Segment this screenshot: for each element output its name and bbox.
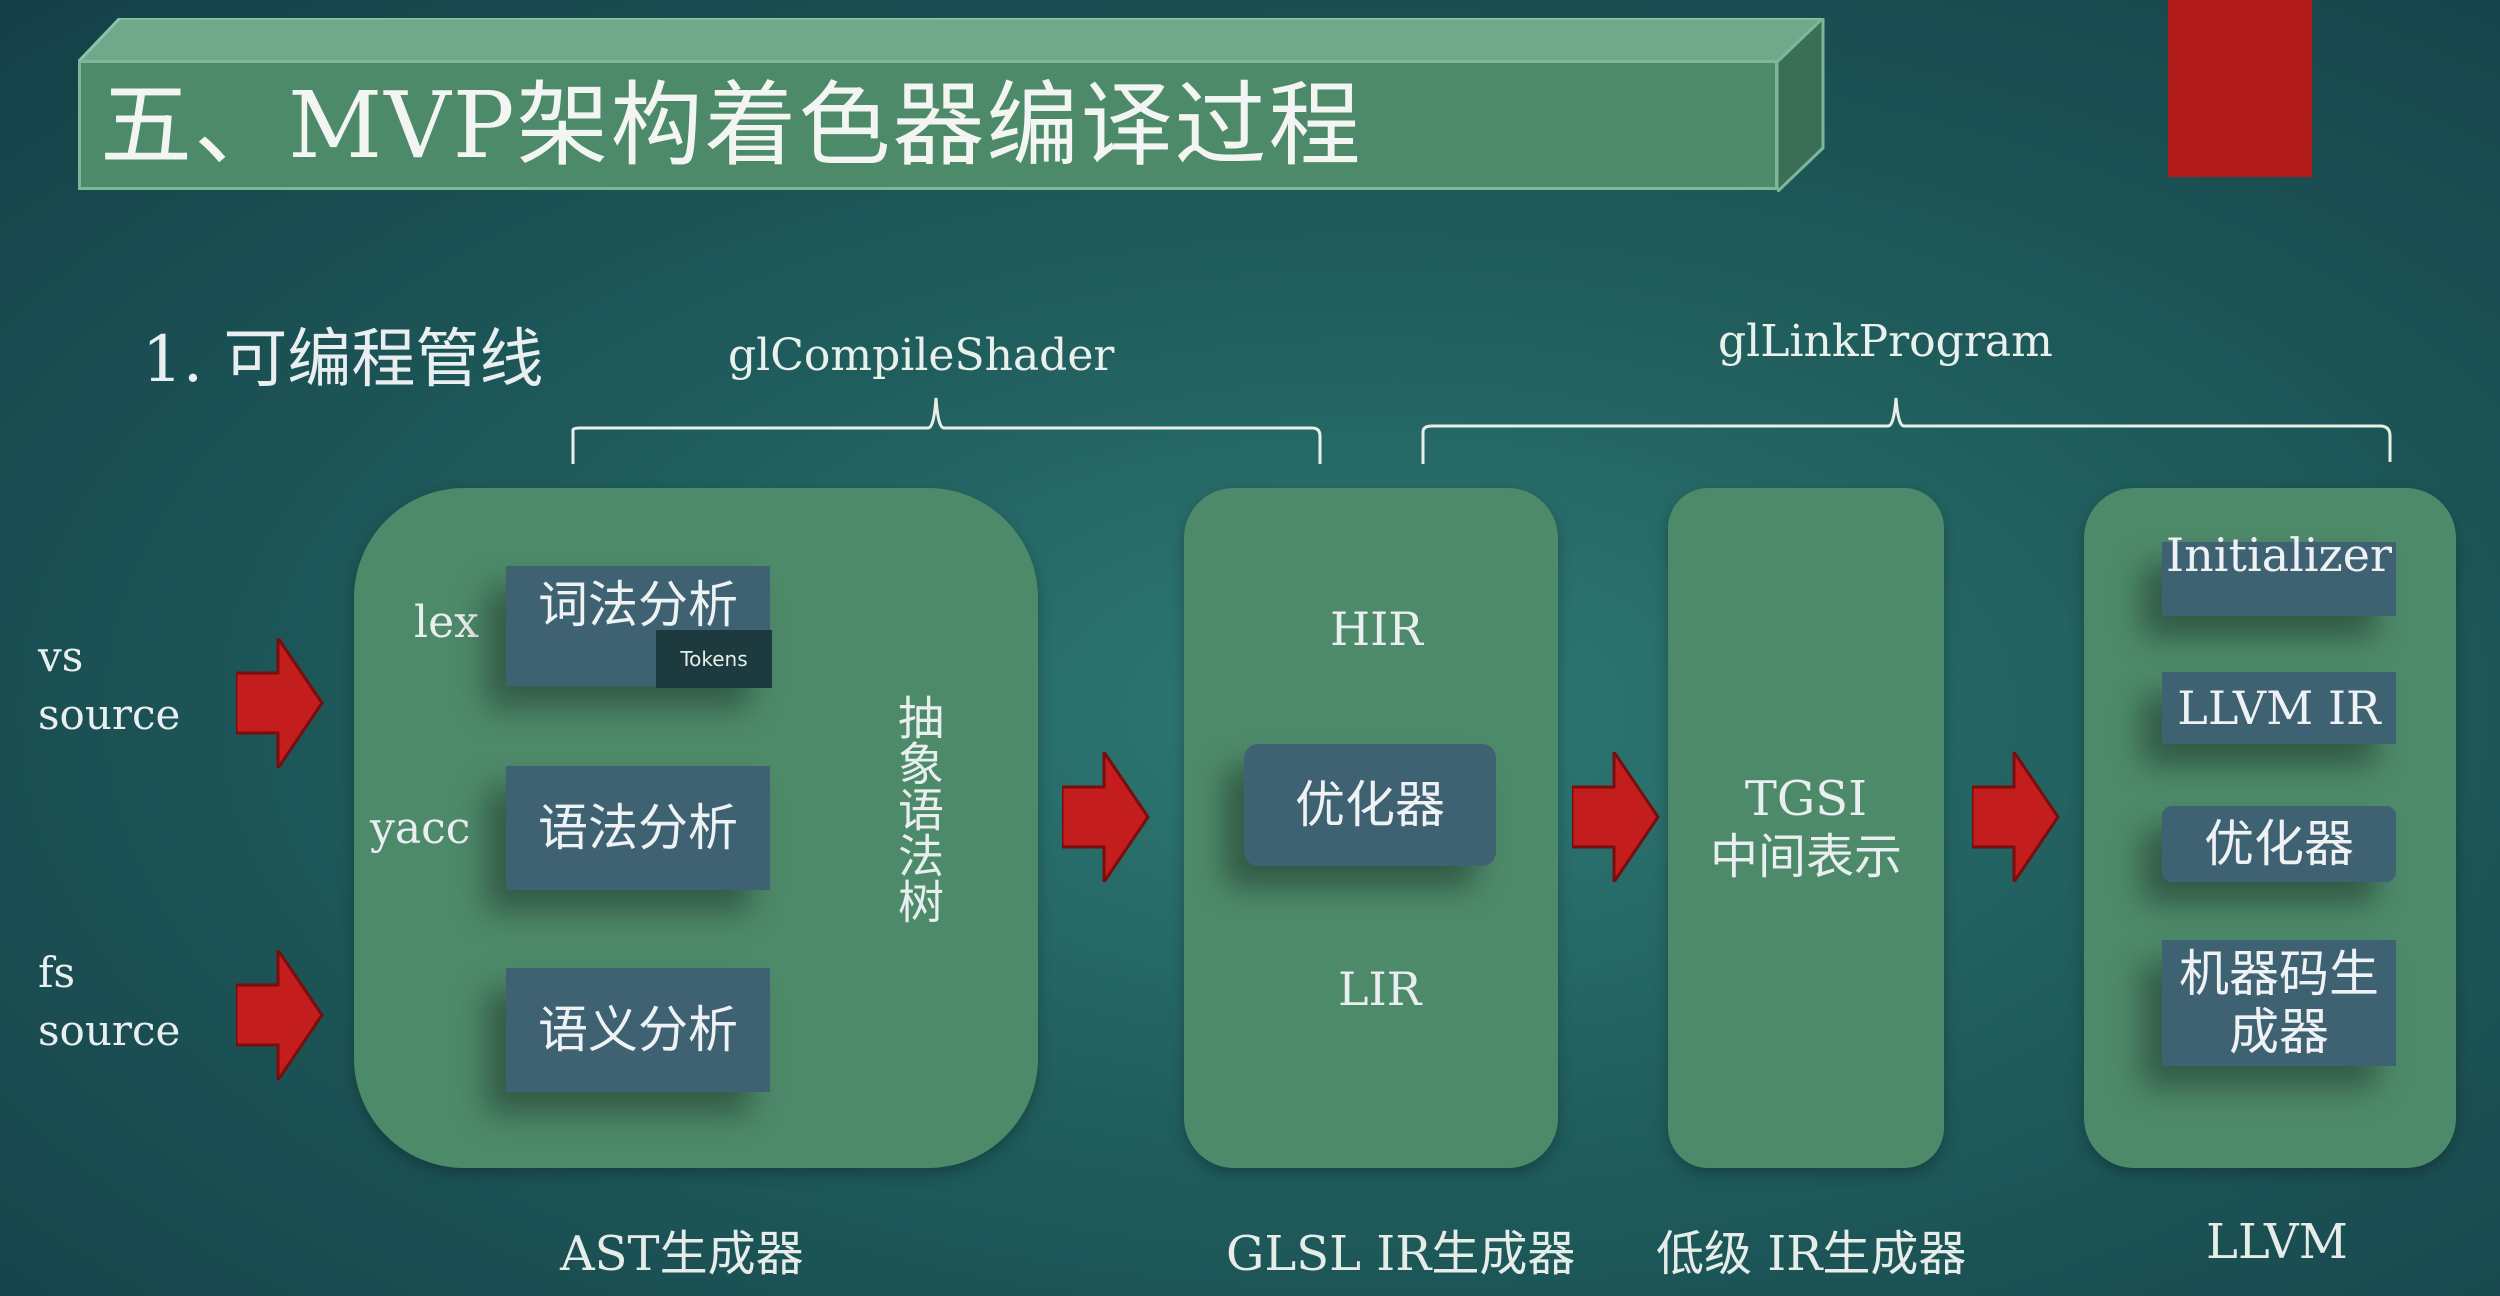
vs-label: vs source	[38, 632, 181, 739]
machine-code-generator-label: 机器码生成器	[2179, 945, 2379, 1061]
machine-code-generator-box: 机器码生成器	[2162, 940, 2396, 1066]
stage-label-link: glLinkProgram	[1718, 316, 2053, 367]
lexical-analysis-label: 词法分析	[538, 576, 738, 634]
tgsi-label-group: TGSI 中间表示	[1668, 770, 1944, 886]
glsl-ir-caption: GLSL IR生成器	[1226, 1226, 1576, 1282]
syntax-analysis-label: 语法分析	[538, 799, 738, 857]
fs-arrow-icon	[236, 950, 324, 1080]
initializer-label: Initializer	[2165, 528, 2392, 582]
stage-label-compile: glCompileShader	[728, 330, 1115, 381]
middle-representation-label: 中间表示	[1709, 829, 1902, 885]
compile-brace	[571, 397, 1322, 464]
tgsi-to-llvm-arrow-icon	[1972, 752, 2060, 882]
lir-label: LIR	[1338, 962, 1422, 1016]
lex-label: lex	[414, 597, 479, 648]
link-brace	[1421, 397, 2392, 464]
llvm-optimizer-label: 优化器	[2204, 815, 2354, 873]
tgsi-label: TGSI	[1744, 771, 1868, 827]
abstract-syntax-tree-label: 抽象语法树	[891, 694, 945, 924]
yacc-label: yacc	[370, 803, 471, 854]
low-ir-caption: 低级 IR生成器	[1656, 1226, 1967, 1282]
semantic-analysis-box: 语义分析	[506, 968, 770, 1092]
syntax-analysis-box: 语法分析	[506, 766, 770, 890]
ast-caption: AST生成器	[560, 1226, 804, 1282]
accent-block	[2168, 0, 2312, 177]
glsl-to-tgsi-arrow-icon	[1572, 752, 1660, 882]
glsl-optimizer-box: 优化器	[1244, 744, 1496, 866]
title-banner-top	[78, 18, 1823, 62]
page-title: 五、MVP架构着色器编译过程	[100, 72, 1363, 179]
semantic-analysis-label: 语义分析	[538, 1001, 738, 1059]
tokens-badge: Tokens	[656, 630, 772, 688]
hir-label: HIR	[1330, 602, 1423, 656]
title-banner-side	[1777, 18, 1825, 192]
fs-label: fs source	[38, 948, 181, 1055]
llvm-optimizer-box: 优化器	[2162, 806, 2396, 882]
llvm-ir-box: LLVM IR	[2162, 672, 2396, 744]
llvm-caption: LLVM	[2206, 1214, 2348, 1270]
glsl-optimizer-label: 优化器	[1295, 776, 1445, 834]
ast-to-glsl-arrow-icon	[1062, 752, 1150, 882]
section-subtitle: 1. 可编程管线	[142, 323, 544, 397]
vs-arrow-icon	[236, 638, 324, 768]
llvm-ir-label: LLVM IR	[2177, 681, 2381, 735]
